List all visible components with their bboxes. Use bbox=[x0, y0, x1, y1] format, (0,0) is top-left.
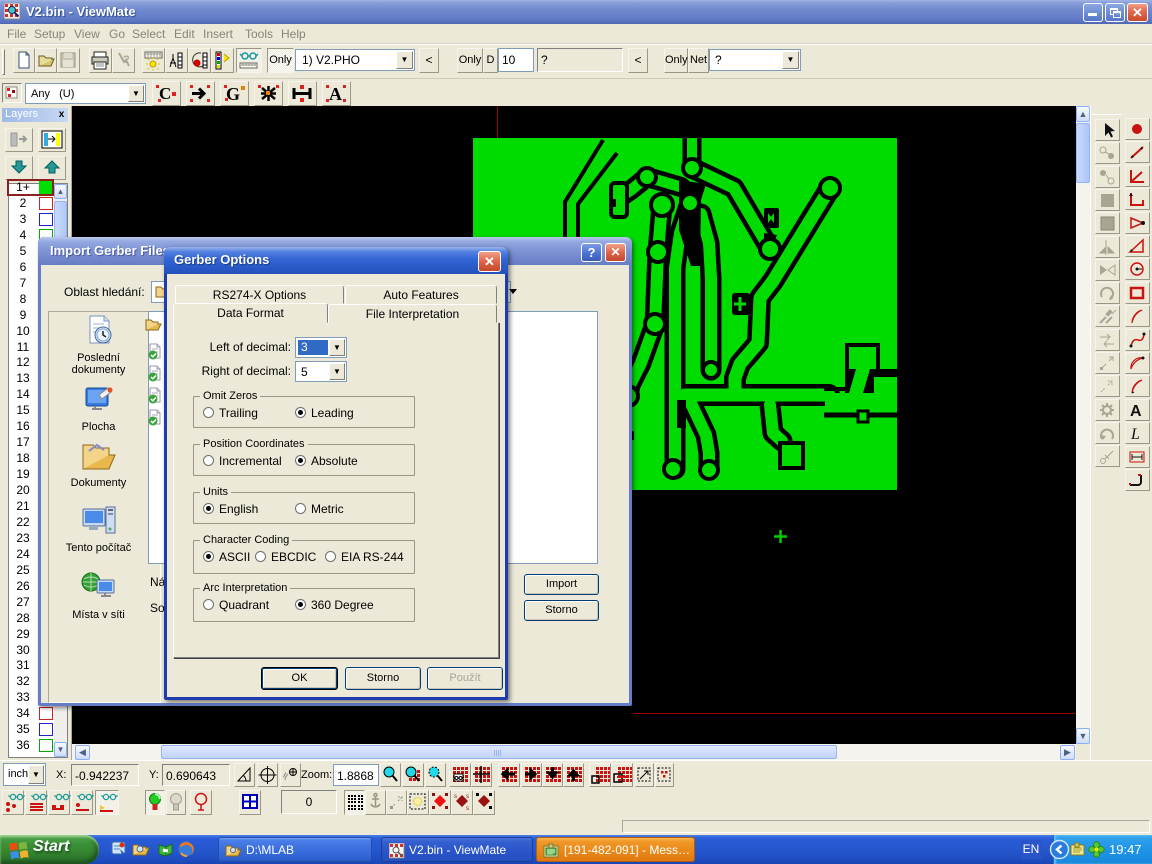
svg-text:G: G bbox=[226, 84, 240, 104]
svg-text:s: s bbox=[466, 806, 469, 812]
svg-text:?: ? bbox=[123, 54, 130, 66]
svg-text:s: s bbox=[454, 794, 457, 800]
svg-text:A: A bbox=[1130, 403, 1142, 420]
svg-text:A: A bbox=[329, 84, 342, 104]
svg-text:L: L bbox=[1130, 426, 1140, 443]
svg-text:s: s bbox=[466, 794, 469, 800]
